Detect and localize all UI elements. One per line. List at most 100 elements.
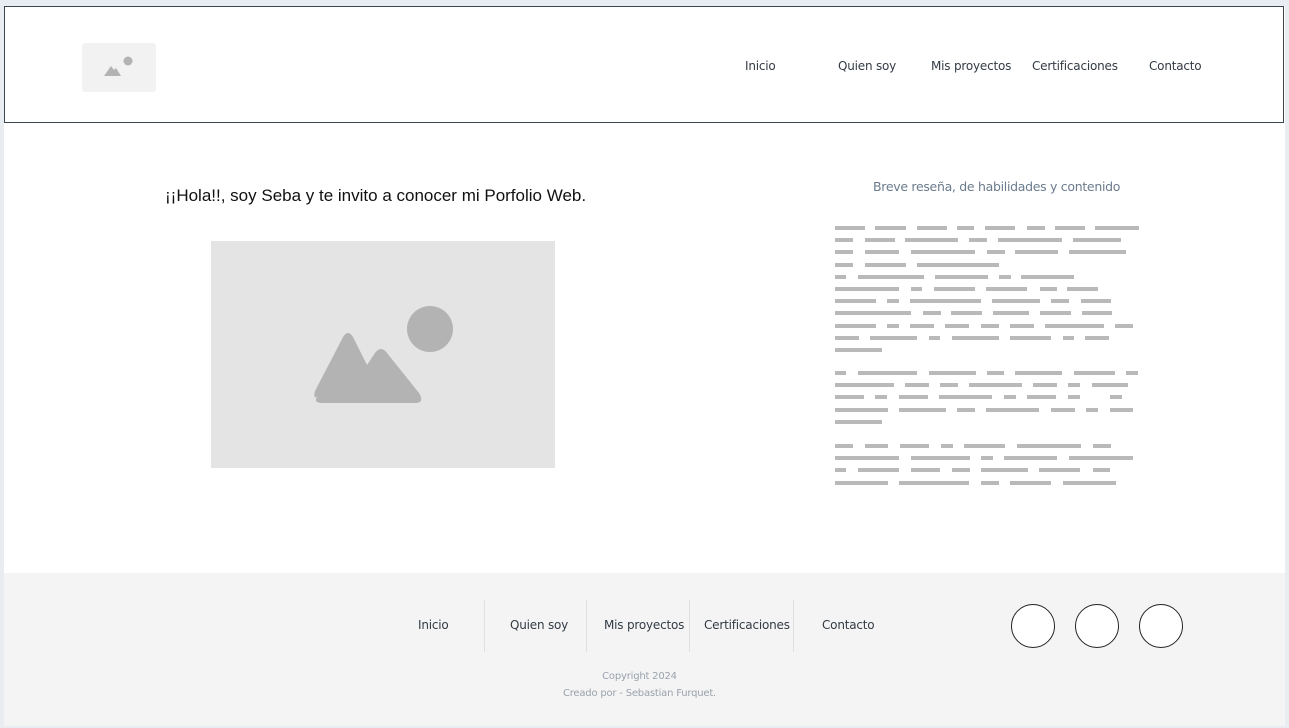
placeholder-word xyxy=(957,226,974,230)
placeholder-word xyxy=(1040,311,1071,316)
footer-nav-quien-soy[interactable]: Quien soy xyxy=(510,618,568,632)
nav-quien-soy[interactable]: Quien soy xyxy=(838,59,896,73)
placeholder-word xyxy=(1063,335,1074,340)
placeholder-word xyxy=(905,238,958,243)
placeholder-word xyxy=(858,371,917,375)
logo[interactable] xyxy=(82,43,156,92)
nav-contacto[interactable]: Contacto xyxy=(1149,59,1202,73)
placeholder-word xyxy=(835,238,853,243)
footer-nav-inicio[interactable]: Inicio xyxy=(418,618,449,632)
placeholder-word xyxy=(911,468,940,473)
placeholder-word xyxy=(1015,250,1058,255)
placeholder-text-line xyxy=(835,371,1140,375)
placeholder-word xyxy=(910,323,934,328)
placeholder-word xyxy=(929,335,940,340)
placeholder-word xyxy=(957,407,975,412)
placeholder-word xyxy=(940,383,958,388)
placeholder-word xyxy=(1067,286,1098,291)
social-circle-1-icon[interactable] xyxy=(1011,604,1055,648)
image-placeholder-icon xyxy=(314,306,453,403)
placeholder-word xyxy=(929,371,976,375)
placeholder-word xyxy=(1010,323,1034,328)
placeholder-word xyxy=(1115,323,1133,328)
social-circle-2-icon[interactable] xyxy=(1075,604,1119,648)
nav-mis-proyectos[interactable]: Mis proyectos xyxy=(931,59,1011,73)
placeholder-word xyxy=(899,395,928,400)
placeholder-word xyxy=(981,456,993,461)
hero-image xyxy=(211,241,555,468)
placeholder-word xyxy=(1085,335,1109,340)
placeholder-word xyxy=(1051,299,1069,304)
placeholder-word xyxy=(1082,311,1112,316)
placeholder-word xyxy=(986,407,1039,412)
page: Inicio Quien soy Mis proyectos Certifica… xyxy=(4,6,1285,726)
placeholder-word xyxy=(917,226,947,230)
placeholder-text-line xyxy=(835,347,1140,352)
placeholder-word xyxy=(835,407,888,412)
placeholder-text-line xyxy=(835,395,1140,400)
placeholder-word xyxy=(1068,395,1080,400)
placeholder-word xyxy=(911,286,922,291)
placeholder-word xyxy=(935,274,988,279)
placeholder-word xyxy=(952,335,999,340)
placeholder-word xyxy=(1039,468,1080,473)
placeholder-word xyxy=(835,274,846,279)
placeholder-word xyxy=(835,468,846,473)
placeholder-word xyxy=(1017,444,1081,448)
placeholder-word xyxy=(905,383,929,388)
nav-certificaciones[interactable]: Certificaciones xyxy=(1032,59,1118,73)
placeholder-word xyxy=(1095,226,1139,230)
placeholder-paragraph-1 xyxy=(835,226,1140,360)
placeholder-word xyxy=(1051,407,1075,412)
footer-nav-contacto[interactable]: Contacto xyxy=(822,618,875,632)
placeholder-word xyxy=(1069,456,1133,461)
footer-divider xyxy=(586,600,587,652)
placeholder-word xyxy=(858,468,899,473)
placeholder-text-line xyxy=(835,468,1140,473)
placeholder-word xyxy=(1010,480,1051,485)
placeholder-word xyxy=(835,335,859,340)
placeholder-word xyxy=(1073,238,1121,243)
placeholder-word xyxy=(865,250,899,255)
placeholder-text-line xyxy=(835,250,1140,255)
placeholder-word xyxy=(865,238,895,243)
placeholder-word xyxy=(1040,286,1057,291)
placeholder-text-line xyxy=(835,323,1140,328)
placeholder-text-line xyxy=(835,480,1140,485)
nav-inicio[interactable]: Inicio xyxy=(745,59,776,73)
placeholder-word xyxy=(887,323,899,328)
placeholder-word xyxy=(1021,274,1074,279)
placeholder-word xyxy=(1092,383,1128,388)
placeholder-word xyxy=(1055,226,1085,230)
social-circle-3-icon[interactable] xyxy=(1139,604,1183,648)
placeholder-word xyxy=(951,311,982,316)
placeholder-text-line xyxy=(835,286,1140,291)
placeholder-word xyxy=(1086,407,1098,412)
placeholder-word xyxy=(1004,456,1057,461)
placeholder-text-line xyxy=(835,262,1140,267)
placeholder-word xyxy=(981,323,999,328)
placeholder-word xyxy=(1081,299,1111,304)
placeholder-word xyxy=(835,262,853,267)
placeholder-paragraph-2 xyxy=(835,371,1140,432)
placeholder-word xyxy=(1068,383,1080,388)
placeholder-text-line xyxy=(835,238,1140,243)
image-placeholder-icon xyxy=(104,56,133,76)
placeholder-word xyxy=(1093,468,1110,473)
placeholder-word xyxy=(835,480,888,485)
footer-nav-certificaciones[interactable]: Certificaciones xyxy=(704,618,790,632)
placeholder-word xyxy=(835,347,882,352)
footer-nav-mis-proyectos[interactable]: Mis proyectos xyxy=(604,618,684,632)
placeholder-word xyxy=(835,383,894,388)
placeholder-word xyxy=(875,395,887,400)
placeholder-word xyxy=(987,250,1005,255)
placeholder-word xyxy=(941,444,953,448)
placeholder-word xyxy=(985,226,1015,230)
placeholder-word xyxy=(835,323,876,328)
placeholder-word xyxy=(1004,395,1016,400)
placeholder-word xyxy=(999,274,1011,279)
placeholder-word xyxy=(835,250,853,255)
placeholder-word xyxy=(981,480,999,485)
placeholder-word xyxy=(870,335,917,340)
placeholder-word xyxy=(998,238,1062,243)
